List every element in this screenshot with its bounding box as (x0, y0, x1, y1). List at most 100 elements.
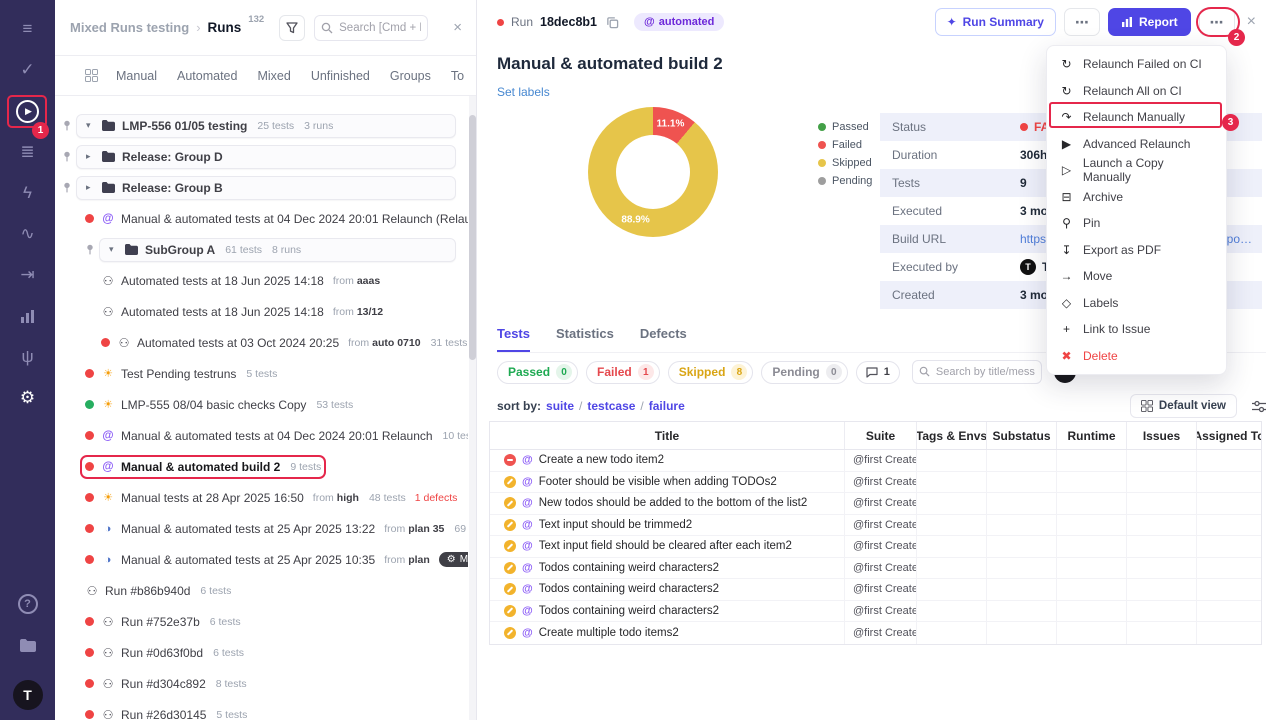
column-header[interactable]: Issues (1126, 422, 1196, 449)
report-button[interactable]: Report (1108, 8, 1191, 36)
close-panel-icon[interactable]: × (449, 19, 466, 36)
run-list-item[interactable]: Run #752e37b from 6 tests ⚙ (55, 606, 468, 637)
activity-wave-icon[interactable]: ∿ (13, 219, 43, 249)
menu-item-pin[interactable]: ⚲Pin (1047, 210, 1226, 237)
run-list-item[interactable]: SubGroup A from 61 tests 8 runs ⚙ (55, 234, 468, 265)
pin-icon[interactable] (62, 182, 72, 193)
tests-search-input[interactable] (912, 360, 1042, 384)
menu-item-delete[interactable]: ✖Delete (1047, 343, 1226, 370)
menu-item-advanced-relaunch[interactable]: ▶Advanced Relaunch (1047, 131, 1226, 158)
test-row[interactable]: @ Create multiple todo items2 @first Cre… (490, 622, 1261, 644)
export-icon[interactable]: ⇥ (13, 260, 43, 290)
view-selector[interactable]: Default view (1130, 394, 1237, 418)
sort-by-testcase-link[interactable]: testcase (587, 399, 635, 413)
sort-by-suite-link[interactable]: suite (546, 399, 574, 413)
user-avatar[interactable]: T (13, 680, 43, 710)
sort-by-failure-link[interactable]: failure (649, 399, 685, 413)
run-filter-tab[interactable]: To (451, 69, 464, 83)
filter-funnel-button[interactable] (279, 15, 305, 41)
tab-defects[interactable]: Defects (640, 326, 687, 352)
run-list-item[interactable]: Run #26d30145 from 5 tests ⚙ (55, 699, 468, 720)
column-header[interactable]: Suite (844, 422, 916, 449)
column-header[interactable]: Runtime (1056, 422, 1126, 449)
chevron-icon[interactable] (86, 182, 96, 193)
run-list-item[interactable]: Manual & automated tests at 25 Apr 2025 … (55, 513, 468, 544)
run-list-item[interactable]: Test Pending testruns from 5 tests ⚙ (55, 358, 468, 389)
test-row[interactable]: @ Todos containing weird characters2 @fi… (490, 601, 1261, 623)
runs-list-icon[interactable]: ≣ (13, 137, 43, 167)
menu-item-launch-copy-manually[interactable]: ▷Launch a Copy Manually (1047, 157, 1226, 184)
test-row[interactable]: @ New todos should be added to the botto… (490, 493, 1261, 515)
run-filter-tab[interactable]: Unfinished (311, 69, 370, 83)
run-list-item[interactable]: Automated tests at 03 Oct 2024 20:25 fro… (55, 327, 468, 358)
run-list-item[interactable]: Run #0d63f0bd from 6 tests ⚙ (55, 637, 468, 668)
menu-item-labels[interactable]: ◇Labels (1047, 290, 1226, 317)
docs-folder-icon[interactable] (13, 630, 43, 660)
column-header[interactable]: Title (490, 422, 844, 449)
menu-item-move[interactable]: →Move (1047, 263, 1226, 290)
run-filter-tab[interactable]: Mixed (257, 69, 290, 83)
test-row[interactable]: @ Todos containing weird characters2 @fi… (490, 558, 1261, 580)
column-header[interactable]: Assigned To (1196, 422, 1261, 449)
column-header[interactable]: Substatus (986, 422, 1056, 449)
run-filter-tab[interactable]: Automated (177, 69, 237, 83)
pin-icon[interactable] (85, 244, 95, 255)
menu-item-archive[interactable]: ⊟Archive (1047, 184, 1226, 211)
run-list-item[interactable]: Manual & automated tests at 04 Dec 2024 … (55, 420, 468, 451)
set-labels-link[interactable]: Set labels (497, 85, 550, 99)
status-filter-chip[interactable]: Skipped 8 (668, 361, 754, 384)
run-list-item[interactable]: Manual & automated build 2 from 9 tests … (55, 451, 468, 482)
run-list-item[interactable]: Release: Group B from ⚙ (55, 172, 468, 203)
copy-icon[interactable] (606, 16, 619, 29)
comments-filter-chip[interactable]: 1 (856, 361, 900, 384)
test-row[interactable]: @ Text input field should be cleared aft… (490, 536, 1261, 558)
run-type-tabs: Manual Automated Mixed Unfinished Groups To (55, 56, 476, 96)
menu-icon[interactable]: ≡ (13, 14, 43, 44)
test-row[interactable]: @ Create a new todo item2 @first Create … (490, 450, 1261, 472)
check-icon[interactable]: ✓ (13, 55, 43, 85)
tab-statistics[interactable]: Statistics (556, 326, 614, 352)
status-filter-chip[interactable]: Pending 0 (761, 361, 847, 384)
run-list-item[interactable]: Run #d304c892 from 8 tests ⚙ (55, 668, 468, 699)
menu-item-export-pdf[interactable]: ↧Export as PDF (1047, 237, 1226, 264)
menu-item-relaunch-failed-ci[interactable]: ↻Relaunch Failed on CI (1047, 51, 1226, 78)
adjust-columns-button[interactable] (1252, 400, 1266, 413)
chevron-icon[interactable] (86, 120, 96, 131)
test-row[interactable]: @ Text input should be trimmed2 @first C… (490, 515, 1261, 537)
run-summary-button[interactable]: ✦Run Summary (935, 8, 1056, 36)
status-filter-chip[interactable]: Passed 0 (497, 361, 578, 384)
analytics-icon[interactable] (13, 301, 43, 331)
branch-icon[interactable]: ψ (13, 342, 43, 372)
run-list-item[interactable]: Manual & automated tests at 25 Apr 2025 … (55, 544, 468, 575)
menu-item-link-to-issue[interactable]: +Link to Issue (1047, 316, 1226, 343)
run-list-item[interactable]: Manual tests at 28 Apr 2025 16:50 fromhi… (55, 482, 468, 513)
test-row[interactable]: @ Footer should be visible when adding T… (490, 472, 1261, 494)
run-list-item[interactable]: Automated tests at 18 Jun 2025 14:18 fro… (55, 296, 468, 327)
column-header[interactable]: Tags & Envs (916, 422, 986, 449)
run-list-item[interactable]: Automated tests at 18 Jun 2025 14:18 fro… (55, 265, 468, 296)
pulse-icon[interactable]: ϟ (13, 178, 43, 208)
pin-icon[interactable] (62, 151, 72, 162)
close-run-icon[interactable]: × (1247, 13, 1256, 31)
run-filter-tab[interactable]: Manual (116, 69, 157, 83)
settings-gear-icon[interactable]: ⚙ (13, 383, 43, 413)
run-list-item[interactable]: LMP-555 08/04 basic checks Copy from 53 … (55, 389, 468, 420)
menu-item-relaunch-all-ci[interactable]: ↻Relaunch All on CI (1047, 78, 1226, 105)
run-filter-tab[interactable]: Groups (390, 69, 431, 83)
menu-item-relaunch-manually[interactable]: ↷Relaunch Manually (1047, 104, 1226, 131)
chevron-icon[interactable] (86, 151, 96, 162)
help-icon[interactable]: ? (13, 589, 43, 619)
pin-icon[interactable] (62, 120, 72, 131)
more-actions-button-secondary[interactable]: ⋯ (1064, 8, 1100, 36)
chevron-icon[interactable] (109, 244, 119, 255)
breadcrumb-project[interactable]: Mixed Runs testing (70, 20, 189, 35)
run-list-item[interactable]: LMP-556 01/05 testing from 25 tests 3 ru… (55, 110, 468, 141)
run-list-item[interactable]: Manual & automated tests at 04 Dec 2024 … (55, 203, 468, 234)
test-row[interactable]: @ Todos containing weird characters2 @fi… (490, 579, 1261, 601)
cell-assigned-to (1196, 622, 1261, 644)
run-list-item[interactable]: Run #b86b940d from 6 tests ⚙ (55, 575, 468, 606)
scrollbar-thumb[interactable] (469, 115, 476, 360)
run-list-item[interactable]: Release: Group D from ⚙ (55, 141, 468, 172)
tab-tests[interactable]: Tests (497, 326, 530, 352)
status-filter-chip[interactable]: Failed 1 (586, 361, 660, 384)
